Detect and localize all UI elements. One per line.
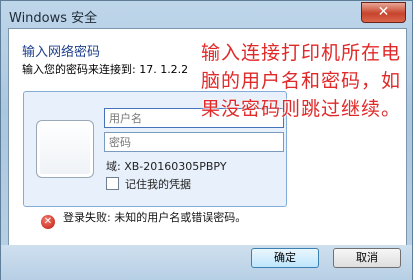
user-avatar-icon: [36, 120, 94, 178]
title-bar: Windows 安全 ✕: [1, 1, 412, 29]
remember-checkbox[interactable]: [106, 177, 119, 190]
remember-label: 记住我的凭据: [125, 178, 191, 191]
domain-label: 域: XB-20160305PBPY: [106, 160, 227, 173]
error-message: 登录失败: 未知的用户名或错误密码。: [63, 211, 247, 224]
window-title: Windows 安全: [9, 11, 98, 26]
password-input[interactable]: [104, 132, 284, 152]
close-button[interactable]: ✕: [361, 2, 406, 23]
dialog-heading: 输入网络密码: [22, 45, 101, 60]
close-icon: ✕: [377, 4, 390, 20]
connection-description: 输入您的密码来连接到: 17. 1.2.2: [22, 63, 189, 76]
ok-button[interactable]: 确定: [251, 248, 319, 268]
error-icon: ✕: [41, 215, 55, 229]
login-error: ✕ 登录失败: 未知的用户名或错误密码。: [41, 209, 246, 229]
remember-credentials[interactable]: 记住我的凭据: [106, 176, 191, 192]
cancel-button[interactable]: 取消: [333, 248, 401, 268]
instruction-annotation: 输入连接打印机所在电脑的用户名和密码，如果没密码则跳过继续。: [201, 42, 402, 120]
dialog-footer: 确定 取消: [1, 245, 412, 280]
security-dialog-window: Windows 安全 ✕ 输入网络密码 输入您的密码来连接到: 17. 1.2.…: [0, 0, 413, 280]
